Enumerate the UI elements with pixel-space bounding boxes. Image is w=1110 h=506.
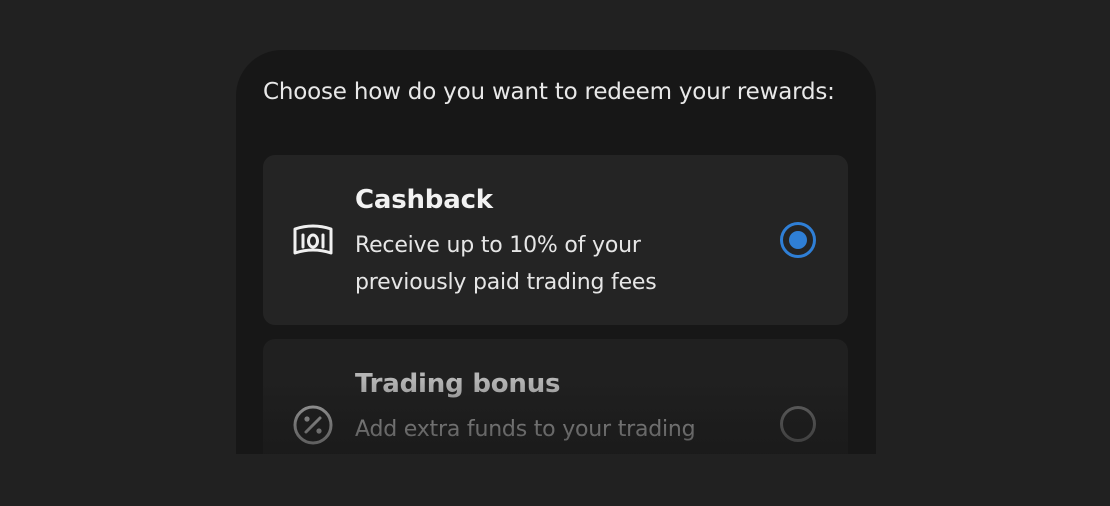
redeem-rewards-sheet: Choose how do you want to redeem your re… (236, 50, 876, 454)
option-cashback[interactable]: Cashback Receive up to 10% of your previ… (263, 155, 848, 325)
redeem-prompt: Choose how do you want to redeem your re… (263, 79, 835, 105)
option-trading-bonus[interactable]: Trading bonus Add extra funds to your tr… (263, 339, 848, 454)
radio-unselected[interactable] (780, 406, 816, 442)
percent-icon (291, 403, 335, 447)
option-description: Receive up to 10% of your previously pai… (355, 233, 657, 295)
option-description: Add extra funds to your trading account … (355, 417, 696, 442)
option-title: Cashback (355, 185, 493, 215)
radio-selected[interactable] (780, 222, 816, 258)
option-title: Trading bonus (355, 369, 561, 399)
radio-dot (789, 231, 807, 249)
banknote-icon (291, 219, 335, 263)
